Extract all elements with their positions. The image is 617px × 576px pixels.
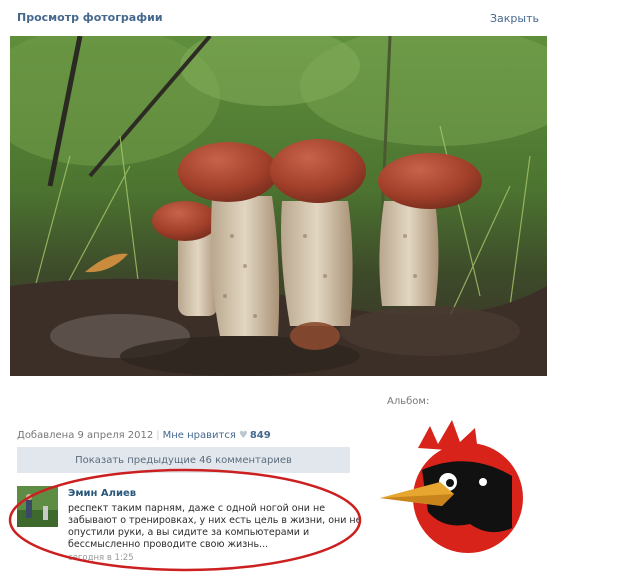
added-date: Добавлена 9 апреля 2012: [17, 430, 154, 441]
photo-image[interactable]: [10, 36, 547, 376]
show-previous-comments-button[interactable]: Показать предыдущие 46 комментариев: [17, 447, 350, 473]
comment-time[interactable]: сегодня в 1:25: [68, 553, 134, 563]
heart-icon[interactable]: ♥: [239, 430, 248, 441]
close-link[interactable]: Закрыть: [490, 12, 539, 25]
album-label: Альбом:: [387, 396, 430, 407]
separator: |: [156, 430, 160, 441]
photo-meta: Добавлена 9 апреля 2012 | Мне нравится ♥ 849: [17, 430, 271, 441]
red-bird-mascot: [380, 420, 523, 553]
like-link[interactable]: Мне нравится: [163, 430, 236, 441]
comment-text: респект таким парням, даже с одной ногой…: [68, 503, 362, 550]
comment-item: Эмин Алиев респект таким парням, даже с …: [17, 486, 362, 566]
photo-viewer-header: Просмотр фотографии Закрыть: [0, 0, 560, 34]
comment-author[interactable]: Эмин Алиев: [68, 488, 136, 499]
page-title: Просмотр фотографии: [17, 11, 163, 24]
avatar[interactable]: [17, 486, 58, 527]
likes-count[interactable]: 849: [250, 430, 271, 441]
